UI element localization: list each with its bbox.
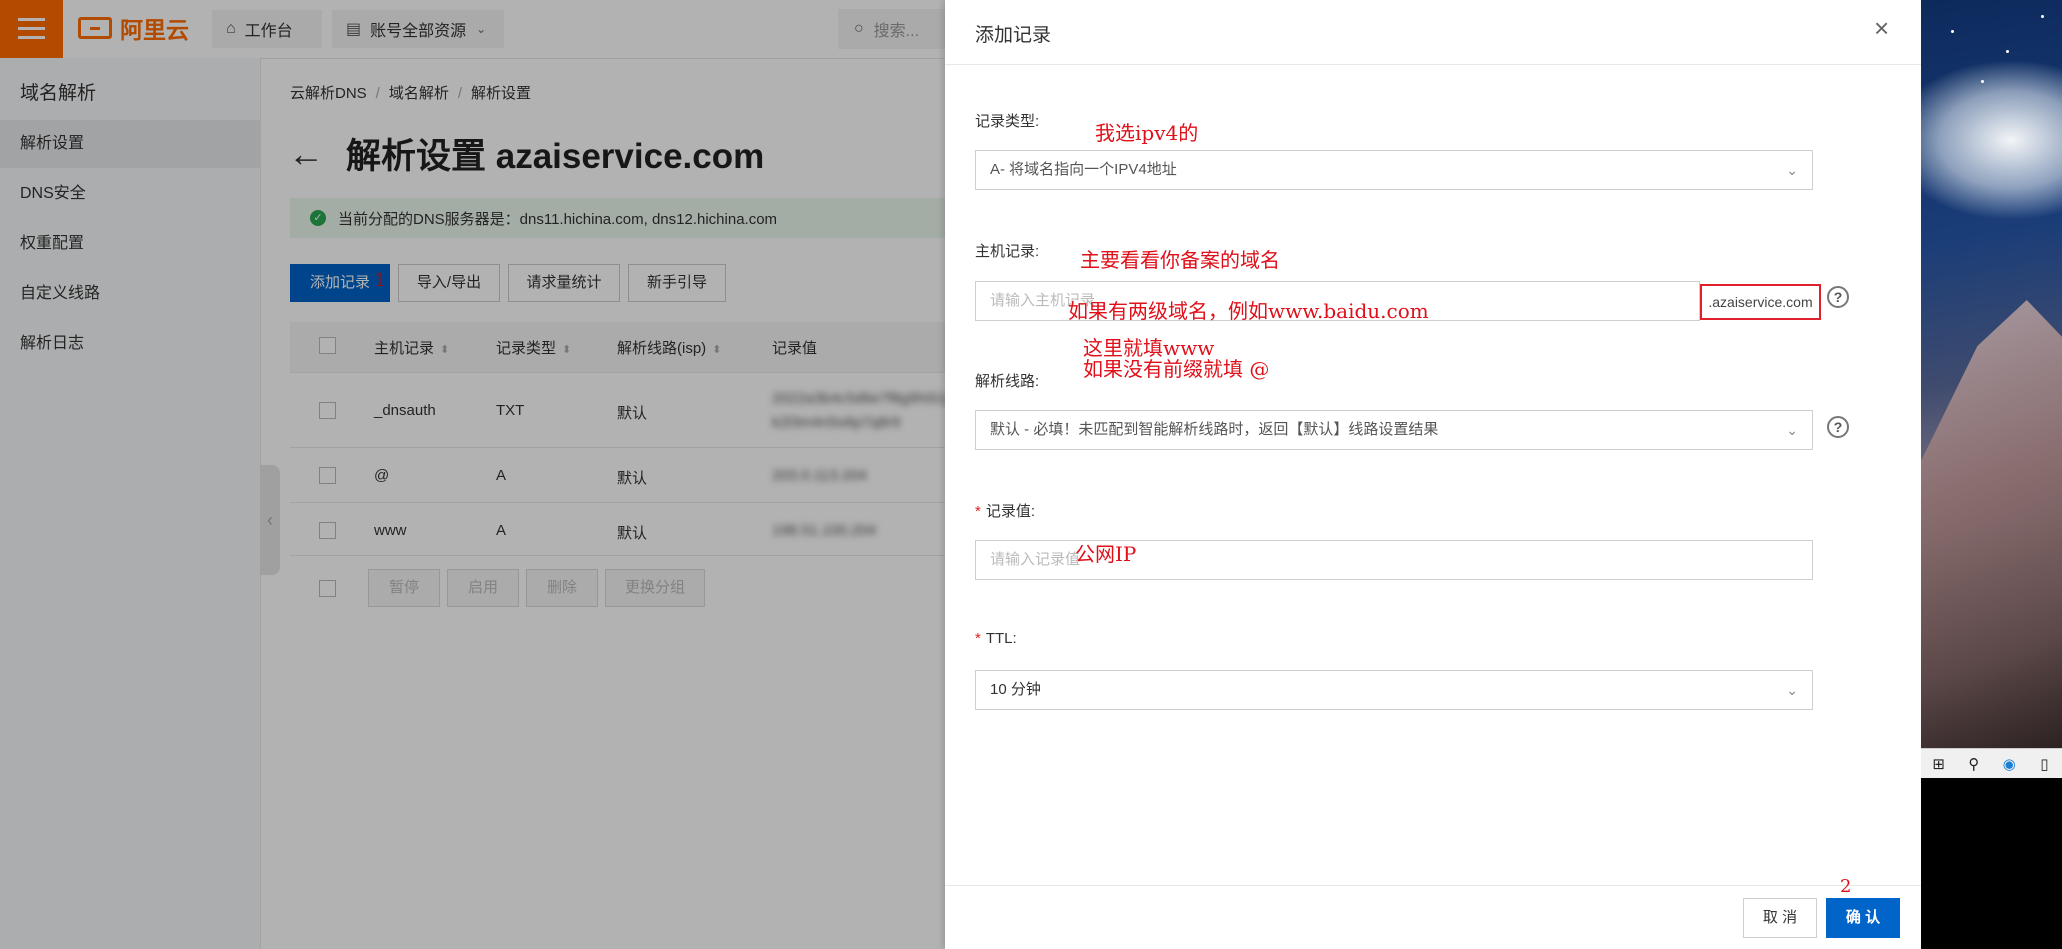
chevron-down-icon: ⌄ [1786,162,1798,178]
ttl-label: * TTL: [975,630,1017,647]
edge-browser-icon[interactable]: ◉ [1992,749,2027,779]
divider [945,885,1921,886]
host-domain-suffix: .azaiservice.com [1700,284,1821,320]
close-icon[interactable]: × [1874,15,1889,41]
add-record-drawer [945,0,1921,949]
chevron-down-icon: ⌄ [1786,422,1798,438]
host-record-label: 主机记录: [975,243,1040,260]
annotation-host-4: 如果没有前缀就填 @ [1083,357,1270,381]
windows-start-icon[interactable]: ⊞ [1921,749,1956,779]
annotation-host-1: 主要看看你备案的域名 [1080,248,1280,272]
cancel-button[interactable]: 取 消 [1743,898,1817,938]
file-icon[interactable]: ▯ [2027,749,2062,779]
ttl-select[interactable]: 10 分钟 ⌄ [975,670,1813,710]
divider [945,64,1921,65]
confirm-button[interactable]: 确 认 [1826,898,1900,938]
help-icon[interactable]: ? [1827,286,1849,308]
search-icon[interactable]: ⚲ [1956,749,1991,779]
taskbar: ⊞ ⚲ ◉ ▯ [1921,748,2062,779]
help-icon[interactable]: ? [1827,416,1849,438]
modal-mask[interactable] [0,0,945,949]
record-value-label: * 记录值: [975,503,1036,520]
chevron-down-icon: ⌄ [1786,682,1798,698]
record-type-select[interactable]: A- 将域名指向一个IPV4地址 ⌄ [975,150,1813,190]
record-type-label: 记录类型: [975,113,1040,130]
annotation-record-value: 公网IP [1075,542,1137,566]
annotation-step-2: 2 [1840,876,1852,897]
line-select[interactable]: 默认 - 必填！未匹配到智能解析线路时，返回【默认】线路设置结果 ⌄ [975,410,1813,450]
drawer-title: 添加记录 [975,25,1052,46]
annotation-record-type: 我选ipv4的 [1095,121,1199,145]
annotation-host-2: 如果有两级域名，例如www.baidu.com [1068,299,1429,323]
line-label: 解析线路: [975,373,1040,390]
desktop-black-area [1921,778,2062,949]
